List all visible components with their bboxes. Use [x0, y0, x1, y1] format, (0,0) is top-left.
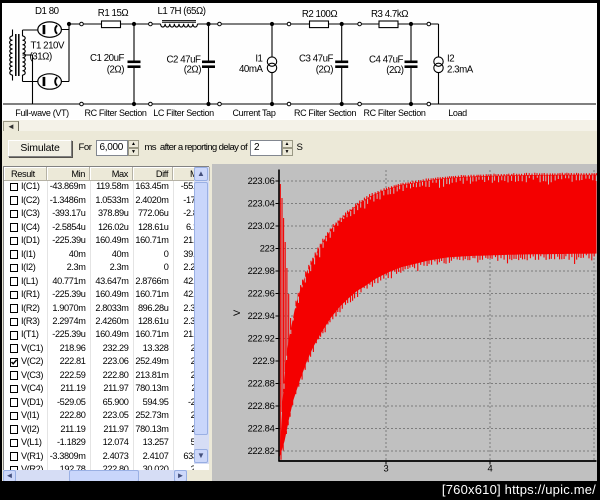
- svg-text:C3 47uF: C3 47uF: [299, 54, 334, 65]
- svg-text:Load: Load: [448, 108, 467, 118]
- svg-text:222.88: 222.88: [248, 379, 275, 389]
- svg-text:RC Filter Section: RC Filter Section: [84, 108, 146, 118]
- svg-text:L1 7H (65Ω): L1 7H (65Ω): [157, 6, 205, 17]
- svg-text:40mA: 40mA: [239, 64, 263, 75]
- svg-text:223.02: 223.02: [248, 221, 275, 231]
- svg-text:Full-wave (VT): Full-wave (VT): [15, 108, 69, 118]
- svg-text:C1 20uF: C1 20uF: [90, 53, 125, 64]
- svg-text:222.94: 222.94: [248, 311, 275, 321]
- svg-text:(2Ω): (2Ω): [386, 65, 404, 76]
- svg-text:RC Filter Section: RC Filter Section: [363, 108, 425, 118]
- svg-text:222.84: 222.84: [248, 424, 275, 434]
- svg-text:2.3mA: 2.3mA: [447, 65, 474, 76]
- svg-text:(2Ω): (2Ω): [316, 65, 334, 76]
- svg-text:RC Filter Section: RC Filter Section: [294, 108, 356, 118]
- svg-text:I1: I1: [255, 54, 262, 65]
- svg-text:4: 4: [488, 464, 493, 474]
- svg-text:R1 15Ω: R1 15Ω: [98, 8, 129, 19]
- svg-text:R3 4.7kΩ: R3 4.7kΩ: [371, 9, 408, 20]
- svg-text:(2Ω): (2Ω): [184, 65, 202, 76]
- svg-text:222.82: 222.82: [248, 446, 275, 456]
- svg-text:222.86: 222.86: [248, 401, 275, 411]
- svg-text:222.98: 222.98: [248, 266, 275, 276]
- svg-text:(31Ω): (31Ω): [30, 52, 52, 63]
- svg-text:R2 100Ω: R2 100Ω: [302, 9, 338, 20]
- svg-text:I2: I2: [447, 54, 454, 65]
- svg-text:222.92: 222.92: [248, 334, 275, 344]
- svg-text:222.9: 222.9: [252, 356, 274, 366]
- svg-text:Current Tap: Current Tap: [232, 108, 275, 118]
- svg-text:T1 210V: T1 210V: [31, 41, 65, 52]
- svg-text:C4 47uF: C4 47uF: [369, 55, 404, 66]
- svg-text:(2Ω): (2Ω): [107, 65, 125, 76]
- svg-text:V: V: [232, 309, 242, 316]
- svg-text:223.04: 223.04: [248, 199, 275, 209]
- svg-text:222.96: 222.96: [248, 289, 275, 299]
- svg-text:223.06: 223.06: [248, 176, 275, 186]
- svg-text:3: 3: [384, 464, 389, 474]
- svg-text:LC Filter Section: LC Filter Section: [153, 108, 214, 118]
- svg-text:D1 80: D1 80: [35, 6, 60, 17]
- svg-text:223: 223: [260, 244, 275, 254]
